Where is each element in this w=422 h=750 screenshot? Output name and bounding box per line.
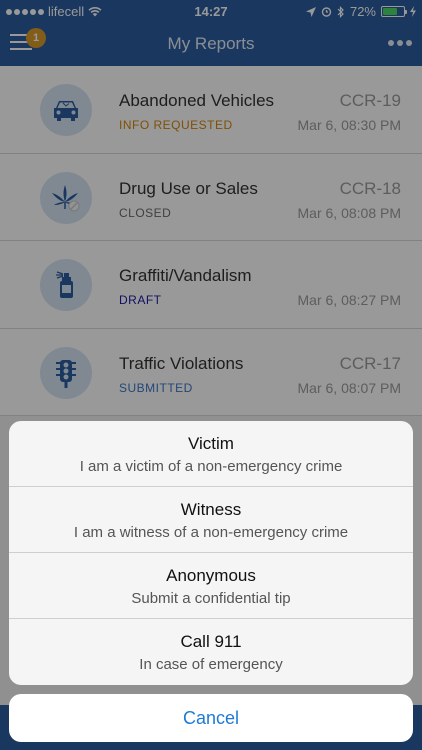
option-subtitle: In case of emergency	[139, 656, 283, 673]
option-witness[interactable]: Witness I am a witness of a non-emergenc…	[9, 487, 413, 553]
action-sheet: Victim I am a victim of a non-emergency …	[9, 421, 413, 685]
option-title: Witness	[180, 500, 242, 519]
option-subtitle: I am a victim of a non-emergency crime	[79, 458, 343, 475]
option-subtitle: I am a witness of a non-emergency crime	[73, 524, 349, 541]
option-title: Anonymous	[166, 566, 256, 585]
option-call-911[interactable]: Call 911 In case of emergency	[9, 619, 413, 685]
option-victim[interactable]: Victim I am a victim of a non-emergency …	[9, 421, 413, 487]
option-anonymous[interactable]: Anonymous Submit a confidential tip	[9, 553, 413, 619]
option-title: Victim	[188, 434, 234, 453]
option-subtitle: Submit a confidential tip	[131, 590, 291, 607]
option-title: Call 911	[180, 632, 242, 651]
cancel-button[interactable]: Cancel	[9, 694, 413, 742]
